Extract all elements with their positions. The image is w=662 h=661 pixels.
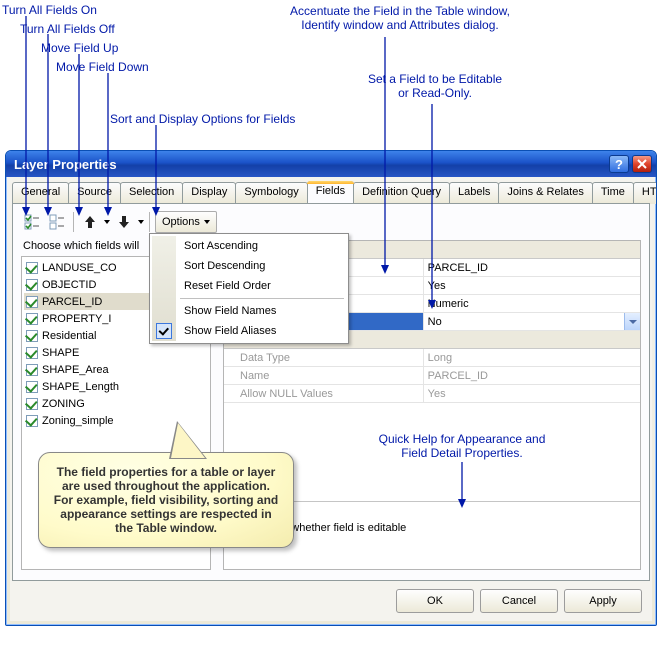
list-item[interactable]: SHAPE_Length xyxy=(24,378,208,395)
options-menu: Sort Ascending Sort Descending Reset Fie… xyxy=(149,233,349,344)
check-icon xyxy=(156,323,172,339)
choose-fields-label: Choose which fields will xyxy=(23,240,139,252)
anno-editable: Set a Field to be Editable or Read-Only. xyxy=(345,72,525,100)
cancel-button[interactable]: Cancel xyxy=(480,589,558,613)
anno-move-up: Move Field Up xyxy=(41,41,118,55)
menu-reset-field-order[interactable]: Reset Field Order xyxy=(152,276,346,296)
menu-show-field-names[interactable]: Show Field Names xyxy=(152,301,346,321)
anno-all-off: Turn All Fields Off xyxy=(20,22,115,36)
apply-button[interactable]: Apply xyxy=(564,589,642,613)
dropdown-button[interactable] xyxy=(624,313,640,330)
anno-accentuate: Accentuate the Field in the Table window… xyxy=(270,4,530,32)
checkbox-icon[interactable] xyxy=(26,364,38,376)
move-up-button[interactable] xyxy=(79,211,101,233)
ok-button[interactable]: OK xyxy=(396,589,474,613)
tab-html-popup[interactable]: HTML Popup xyxy=(633,182,657,204)
prop-row-name: NamePARCEL_ID xyxy=(224,367,640,385)
tab-selection[interactable]: Selection xyxy=(120,182,183,204)
prop-row-data-type: Data TypeLong xyxy=(224,349,640,367)
checkbox-icon[interactable] xyxy=(26,347,38,359)
titlebar[interactable]: Layer Properties ? xyxy=(6,151,656,177)
turn-all-off-button[interactable] xyxy=(46,211,68,233)
titlebar-close-button[interactable] xyxy=(632,155,652,173)
list-item[interactable]: SHAPE_Area xyxy=(24,361,208,378)
tab-time[interactable]: Time xyxy=(592,182,634,204)
list-item[interactable]: ZONING xyxy=(24,395,208,412)
menu-show-field-aliases[interactable]: Show Field Aliases xyxy=(152,321,346,341)
tab-general[interactable]: General xyxy=(12,182,69,204)
tab-display[interactable]: Display xyxy=(182,182,236,204)
chevron-down-icon xyxy=(204,220,210,224)
turn-all-on-button[interactable] xyxy=(21,211,43,233)
callout-bubble: The field properties for a table or laye… xyxy=(38,452,294,548)
checkbox-icon[interactable] xyxy=(26,279,38,291)
checkbox-icon[interactable] xyxy=(26,381,38,393)
tab-labels[interactable]: Labels xyxy=(449,182,499,204)
menu-sort-ascending[interactable]: Sort Ascending xyxy=(152,236,346,256)
menu-sort-descending[interactable]: Sort Descending xyxy=(152,256,346,276)
tab-strip: General Source Selection Display Symbolo… xyxy=(10,181,652,203)
tab-fields[interactable]: Fields xyxy=(307,181,354,203)
titlebar-help-button[interactable]: ? xyxy=(609,155,629,173)
window-title: Layer Properties xyxy=(14,157,117,172)
tab-definition-query[interactable]: Definition Query xyxy=(353,182,450,204)
tab-symbology[interactable]: Symbology xyxy=(235,182,307,204)
move-down-button[interactable] xyxy=(113,211,135,233)
checkbox-icon[interactable] xyxy=(26,398,38,410)
anno-move-down: Move Field Down xyxy=(56,60,149,74)
anno-all-on: Turn All Fields On xyxy=(2,3,97,17)
prop-row-allow-null: Allow NULL ValuesYes xyxy=(224,385,640,403)
options-label: Options xyxy=(162,216,200,228)
dialog-layer-properties: Layer Properties ? General Source Select… xyxy=(5,150,657,626)
list-item[interactable]: SHAPE xyxy=(24,344,208,361)
anno-sort-opts: Sort and Display Options for Fields xyxy=(110,112,295,126)
checkbox-icon[interactable] xyxy=(26,296,38,308)
checkbox-icon[interactable] xyxy=(26,415,38,427)
checkbox-icon[interactable] xyxy=(26,330,38,342)
checkbox-icon[interactable] xyxy=(26,262,38,274)
tab-source[interactable]: Source xyxy=(68,182,121,204)
options-button[interactable]: Options xyxy=(155,211,217,233)
checkbox-icon[interactable] xyxy=(26,313,38,325)
tab-joins-relates[interactable]: Joins & Relates xyxy=(498,182,592,204)
